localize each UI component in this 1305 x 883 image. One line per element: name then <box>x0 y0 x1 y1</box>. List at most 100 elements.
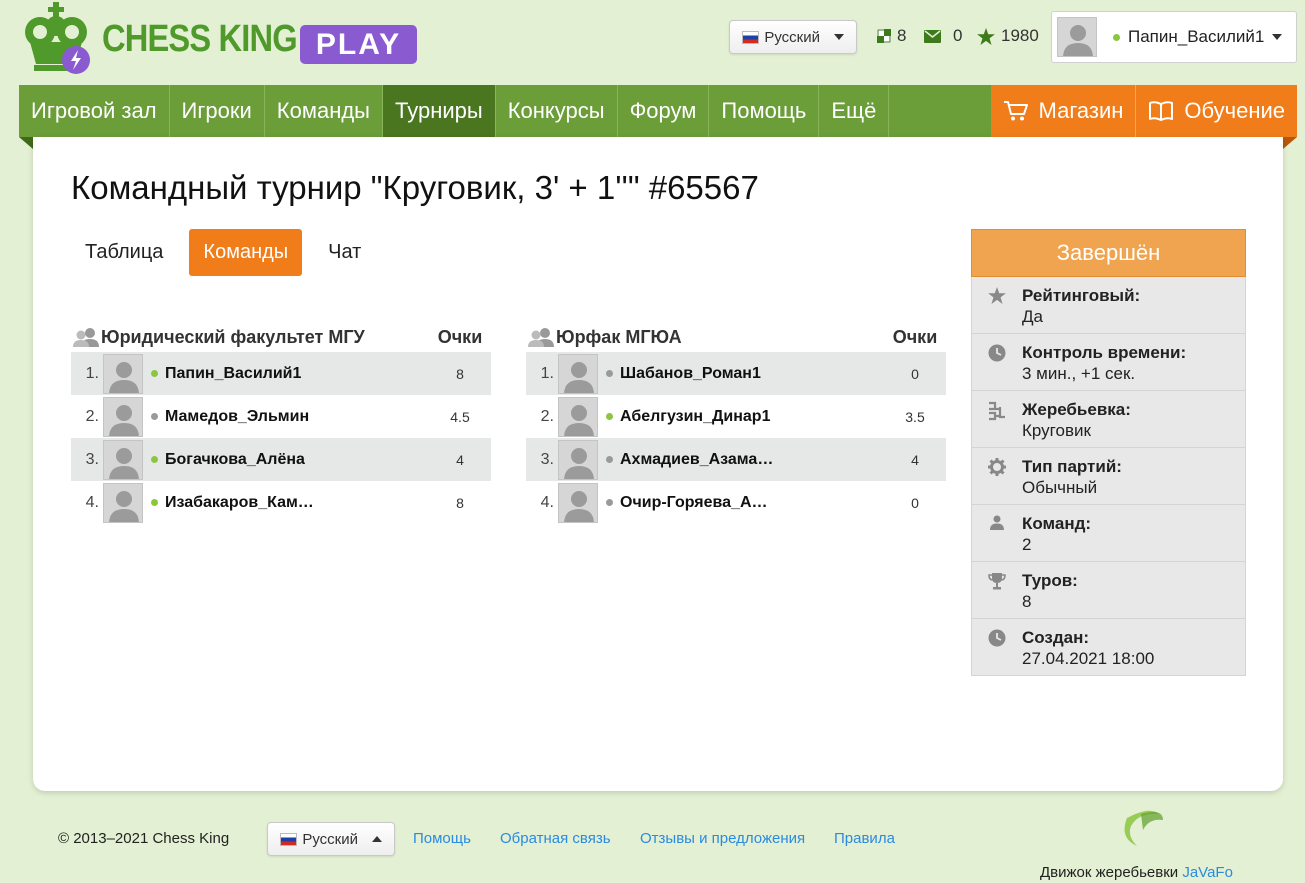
team-table-2: Юрфак МГЮА Очки 1. Шабанов_Роман1 0 2. Абелг… <box>526 322 946 524</box>
user-silhouette-icon <box>109 490 139 522</box>
info-text: Контроль времени: 3 мин., +1 сек. <box>1022 342 1186 390</box>
info-value: Обычный <box>1022 478 1098 497</box>
avatar[interactable] <box>558 396 598 437</box>
nav-item-help[interactable]: Помощь <box>709 85 820 137</box>
nav-item-teams[interactable]: Команды <box>265 85 383 137</box>
nav-item-forum[interactable]: Форум <box>618 85 710 137</box>
avatar[interactable] <box>558 353 598 394</box>
javafo-link[interactable]: JaVaFo <box>1182 864 1233 881</box>
language-label: Русский <box>764 28 820 46</box>
player-name[interactable]: Шабанов_Роман1 <box>620 365 884 383</box>
team-name[interactable]: Юрфак МГЮА <box>556 327 884 348</box>
chessboard-icon <box>877 29 891 43</box>
crown-icon <box>20 2 96 76</box>
shop-label: Магазин <box>1038 98 1124 123</box>
star-icon <box>977 27 995 45</box>
status-dot-wrap <box>143 413 165 420</box>
player-score: 0 <box>911 365 919 382</box>
footer-link-rules[interactable]: Правила <box>834 830 895 847</box>
table-row[interactable]: 1. Папин_Василий1 8 <box>71 352 491 395</box>
online-status-dot <box>150 499 158 506</box>
user-menu[interactable]: Папин_Василий1 <box>1051 11 1297 63</box>
avatar[interactable] <box>103 353 143 394</box>
nav-item-players[interactable]: Игроки <box>170 85 265 137</box>
mail-icon <box>924 29 941 43</box>
games-counter[interactable]: 8 <box>877 26 906 46</box>
player-name[interactable]: Папин_Василий1 <box>165 365 429 383</box>
info-row: Создан: 27.04.2021 18:00 <box>971 619 1246 676</box>
team-header: Юридический факультет МГУ Очки <box>71 322 491 352</box>
table-row[interactable]: 2. Мамедов_Эльмин 4.5 <box>71 395 491 438</box>
player-rank: 1. <box>540 364 554 382</box>
info-text: Команд: 2 <box>1022 513 1091 561</box>
nav-item-tournaments[interactable]: Турниры <box>383 85 496 137</box>
russia-flag-icon <box>280 832 298 846</box>
offline-status-dot <box>150 413 158 420</box>
team-users-icon <box>528 328 554 347</box>
chess-king-logo[interactable]: CHESS KING <box>20 2 328 76</box>
avatar[interactable] <box>103 396 143 437</box>
info-text: Рейтинговый: Да <box>1022 285 1140 333</box>
table-row[interactable]: 2. Абелгузин_Динар1 3.5 <box>526 395 946 438</box>
table-row[interactable]: 3. Ахмадиев_Азама… 4 <box>526 438 946 481</box>
info-label: Рейтинговый: <box>1022 286 1141 305</box>
avatar[interactable] <box>558 439 598 480</box>
player-name[interactable]: Очир-Горяева_А… <box>620 494 884 512</box>
team-header: Юрфак МГЮА Очки <box>526 322 946 352</box>
language-select[interactable]: Русский <box>729 20 857 54</box>
lightstreamer-logo[interactable] <box>1079 804 1239 854</box>
footer-link-reviews[interactable]: Отзывы и предложения <box>640 830 805 847</box>
rating-display[interactable]: 1980 <box>977 26 1039 46</box>
table-row[interactable]: 4. Изабакаров_Кам… 8 <box>71 481 491 524</box>
info-label: Жеребьевка: <box>1022 400 1131 419</box>
avatar <box>1057 17 1097 57</box>
team-users-icon <box>73 328 99 347</box>
info-row: Контроль времени: 3 мин., +1 сек. <box>971 334 1246 391</box>
nav-item-contests[interactable]: Конкурсы <box>496 85 618 137</box>
player-name[interactable]: Ахмадиев_Азама… <box>620 451 884 469</box>
player-name[interactable]: Мамедов_Эльмин <box>165 408 429 426</box>
avatar[interactable] <box>103 439 143 480</box>
tab-chat[interactable]: Чат <box>314 229 375 276</box>
info-text: Тип партий: Обычный <box>1022 456 1122 504</box>
star-icon <box>972 285 1022 333</box>
team-name[interactable]: Юридический факультет МГУ <box>101 327 429 348</box>
avatar[interactable] <box>103 482 143 523</box>
mail-counter[interactable]: 0 <box>924 26 962 46</box>
table-row[interactable]: 4. Очир-Горяева_А… 0 <box>526 481 946 524</box>
copyright: © 2013–2021 Chess King <box>58 830 230 847</box>
gear-icon <box>972 456 1022 504</box>
nav-learning-button[interactable]: Обучение <box>1135 85 1297 137</box>
avatar[interactable] <box>558 482 598 523</box>
info-value: Круговик <box>1022 421 1091 440</box>
tab-teams[interactable]: Команды <box>189 229 303 276</box>
footer-language-select[interactable]: Русский <box>267 822 395 856</box>
footer-link-feedback[interactable]: Обратная связь <box>500 830 611 847</box>
online-status-dot <box>1113 33 1120 41</box>
nav-shop-button[interactable]: Магазин <box>990 85 1136 137</box>
player-name[interactable]: Изабакаров_Кам… <box>165 494 429 512</box>
info-text: Жеребьевка: Круговик <box>1022 399 1131 447</box>
tab-table[interactable]: Таблица <box>71 229 177 276</box>
player-rank: 3. <box>540 450 554 468</box>
nav-item-playing-hall[interactable]: Игровой зал <box>19 85 170 137</box>
player-name[interactable]: Абелгузин_Динар1 <box>620 408 884 426</box>
info-value: 3 мин., +1 сек. <box>1022 364 1136 383</box>
table-row[interactable]: 1. Шабанов_Роман1 0 <box>526 352 946 395</box>
nav-item-more[interactable]: Ещё <box>819 85 890 137</box>
points-header: Очки <box>437 326 483 347</box>
page-title: Командный турнир "Круговик, 3' + 1''" #6… <box>71 169 759 206</box>
status-dot-wrap <box>143 456 165 463</box>
player-name[interactable]: Богачкова_Алёна <box>165 451 429 469</box>
status-dot-wrap <box>143 370 165 377</box>
info-label: Туров: <box>1022 571 1078 590</box>
player-score: 4 <box>456 451 464 468</box>
info-value: Да <box>1022 307 1043 326</box>
user-name: Папин_Василий1 <box>1128 27 1265 46</box>
user-silhouette-icon <box>564 447 594 479</box>
footer-link-help[interactable]: Помощь <box>413 830 471 847</box>
team-table-1: Юридический факультет МГУ Очки 1. Папин_В… <box>71 322 491 524</box>
player-score: 3.5 <box>905 408 925 425</box>
table-row[interactable]: 3. Богачкова_Алёна 4 <box>71 438 491 481</box>
points-header: Очки <box>892 326 938 347</box>
